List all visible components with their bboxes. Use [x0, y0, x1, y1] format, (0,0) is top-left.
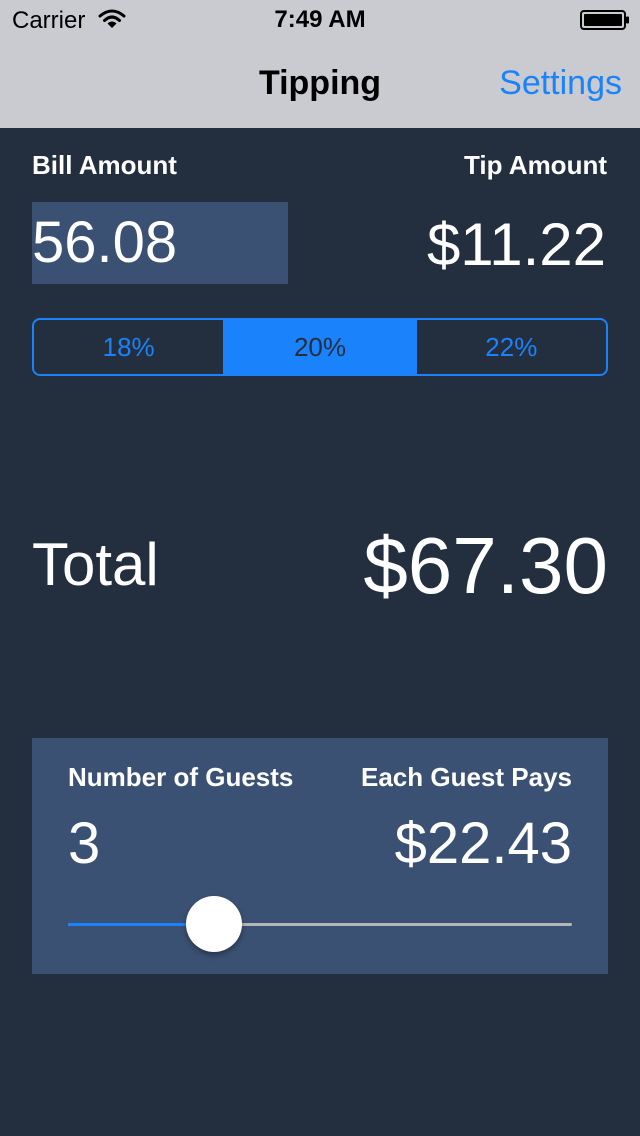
tip-option-18[interactable]: 18% — [34, 320, 223, 374]
total-value: $67.30 — [363, 521, 608, 610]
bill-amount-input[interactable] — [32, 202, 288, 284]
tip-option-20[interactable]: 20% — [223, 320, 415, 374]
number-of-guests-value: 3 — [68, 811, 101, 876]
navigation-bar: Carrier 7:49 AM Tipping Settings — [0, 0, 640, 128]
bill-amount-label: Bill Amount — [32, 150, 177, 180]
status-time: 7:49 AM — [274, 6, 366, 33]
tip-option-22[interactable]: 22% — [414, 320, 606, 374]
each-guest-pays-label: Each Guest Pays — [361, 762, 572, 792]
slider-thumb[interactable] — [186, 896, 243, 952]
status-bar: Carrier 7:49 AM — [0, 0, 640, 40]
each-guest-pays-value: $22.43 — [394, 811, 572, 876]
battery-icon — [580, 10, 629, 30]
tip-amount-label: Tip Amount — [464, 150, 607, 180]
tip-amount-value: $11.22 — [426, 211, 606, 278]
total-label: Total — [32, 531, 159, 598]
guest-count-slider[interactable] — [68, 896, 572, 952]
number-of-guests-label: Number of Guests — [68, 762, 294, 792]
guest-split-panel: Number of Guests Each Guest Pays 3 $22.4… — [32, 738, 608, 974]
settings-button[interactable]: Settings — [499, 64, 622, 103]
tip-percentage-selector[interactable]: 18% 20% 22% — [32, 318, 608, 376]
